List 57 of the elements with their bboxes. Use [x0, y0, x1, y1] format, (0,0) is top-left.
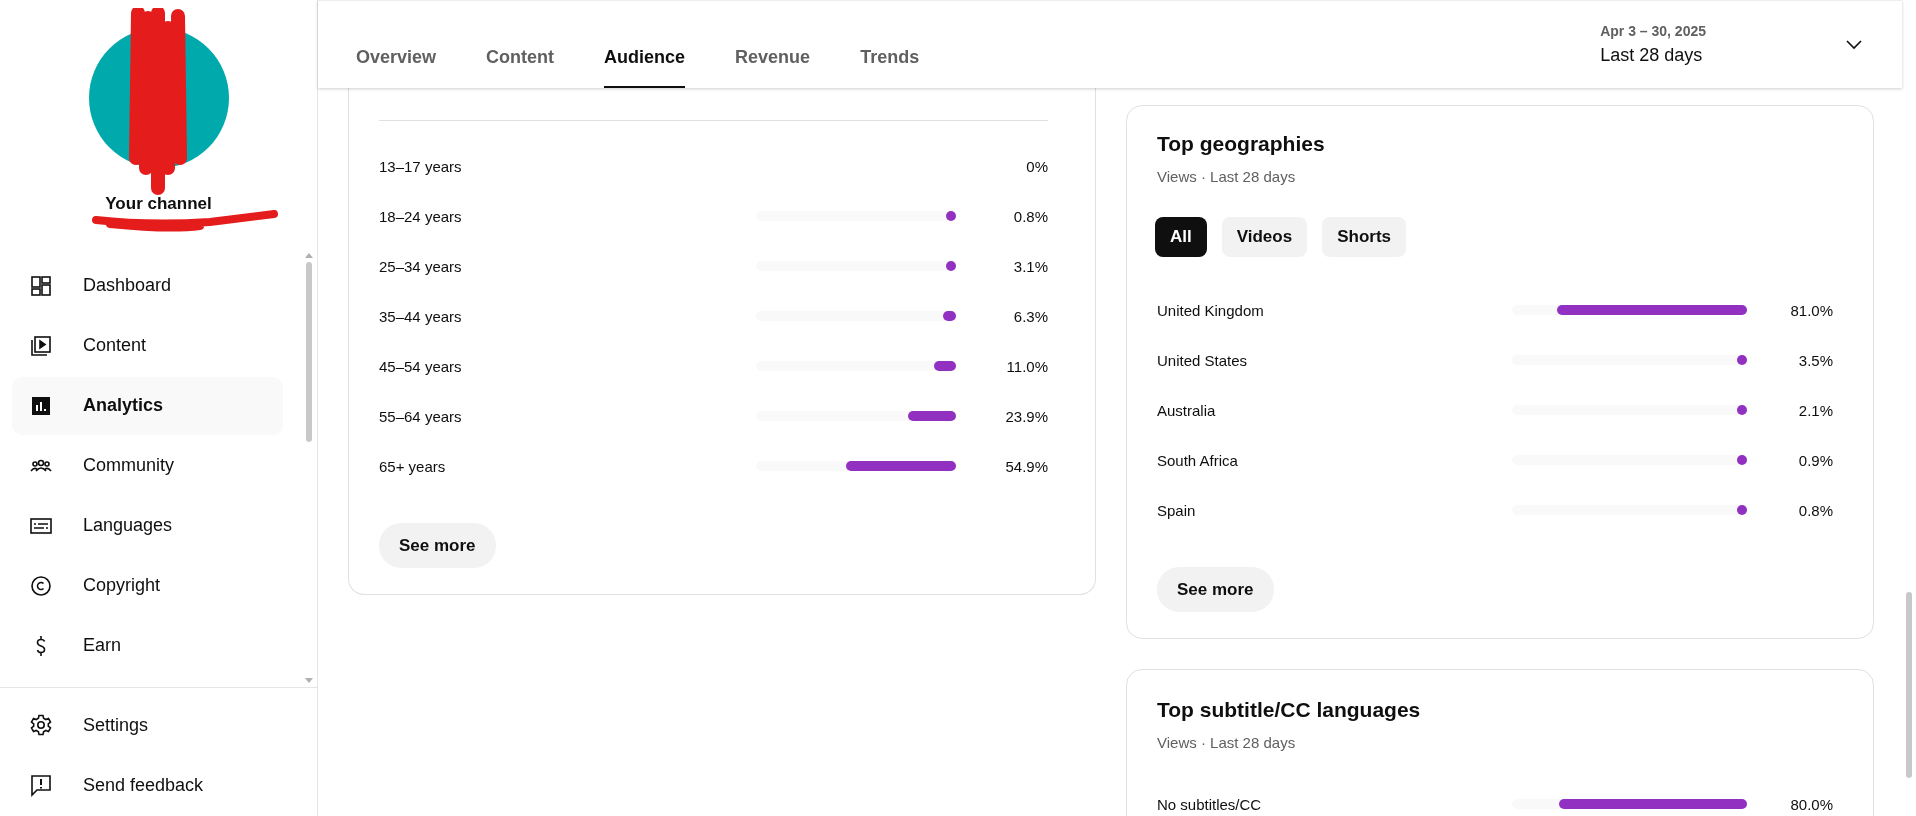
row-label: No subtitles/CC	[1157, 795, 1263, 813]
settings-icon	[29, 713, 53, 737]
chevron-down-icon	[1846, 39, 1862, 50]
row-label: 18–24 years	[379, 207, 463, 225]
row-label: Australia	[1157, 401, 1217, 419]
tab[interactable]: Content	[486, 47, 555, 88]
nav-item[interactable]: Content	[12, 316, 283, 375]
dashboard-icon	[29, 273, 53, 298]
tab[interactable]: Revenue	[735, 47, 811, 88]
filter-chip[interactable]: Videos	[1221, 217, 1308, 257]
tab[interactable]: Overview	[356, 47, 437, 88]
copyright-icon	[29, 573, 53, 598]
row-label: 65+ years	[379, 457, 447, 475]
row-label: United States	[1157, 351, 1249, 369]
channel-label: Your channel	[105, 194, 212, 214]
row-label: South Africa	[1157, 451, 1239, 469]
row-label: 25–34 years	[379, 257, 463, 275]
nav-item[interactable]: Languages	[12, 496, 283, 555]
nav-item[interactable]: Copyright	[12, 556, 283, 615]
percentage: 2.1%	[1797, 401, 1833, 419]
percentage: 3.1%	[1012, 257, 1048, 275]
percentage: 0.8%	[1012, 207, 1048, 225]
percentage: 0.8%	[1797, 501, 1833, 519]
nav-item[interactable]: Send feedback	[12, 756, 283, 814]
percentage: 80.0%	[1789, 795, 1833, 813]
card-subtitle: Views · Last 28 days	[1157, 168, 1297, 185]
see-more-button[interactable]: See more	[379, 523, 496, 568]
row-label: 13–17 years	[379, 157, 463, 175]
feedback-icon	[29, 773, 53, 797]
nav-item[interactable]: Settings	[12, 696, 283, 754]
percentage: 0.9%	[1797, 451, 1833, 469]
percentage: 54.9%	[1004, 457, 1048, 475]
nav-item[interactable]: Analytics	[12, 376, 283, 435]
percentage: 3.5%	[1797, 351, 1833, 369]
percentage: 81.0%	[1789, 301, 1833, 319]
tab[interactable]: Trends	[860, 47, 920, 88]
percentage: 11.0%	[1005, 357, 1048, 375]
row-label: 35–44 years	[379, 307, 463, 325]
nav-item[interactable]: Dashboard	[12, 256, 283, 315]
row-label: Spain	[1157, 501, 1197, 519]
percentage: 6.3%	[1012, 307, 1048, 325]
card-title: Top subtitle/CC languages	[1157, 698, 1422, 722]
nav-item[interactable]: Earn	[12, 616, 283, 675]
see-more-button[interactable]: See more	[1157, 567, 1274, 612]
date-range-picker[interactable]: Apr 3 – 30, 2025 Last 28 days	[1600, 1, 1902, 88]
row-label: 45–54 years	[379, 357, 463, 375]
tab[interactable]: Audience	[604, 47, 686, 88]
filter-chip[interactable]: Shorts	[1322, 217, 1406, 257]
filter-chip[interactable]: All	[1155, 217, 1207, 257]
row-label: 55–64 years	[379, 407, 463, 425]
nav-item[interactable]: Community	[12, 436, 283, 495]
percentage: 23.9%	[1004, 407, 1048, 425]
card-title: Top geographies	[1157, 132, 1326, 156]
percentage: 0%	[1025, 157, 1048, 175]
card-subtitle: Views · Last 28 days	[1157, 734, 1297, 751]
row-label: United Kingdom	[1157, 301, 1265, 319]
content-icon	[29, 333, 53, 358]
